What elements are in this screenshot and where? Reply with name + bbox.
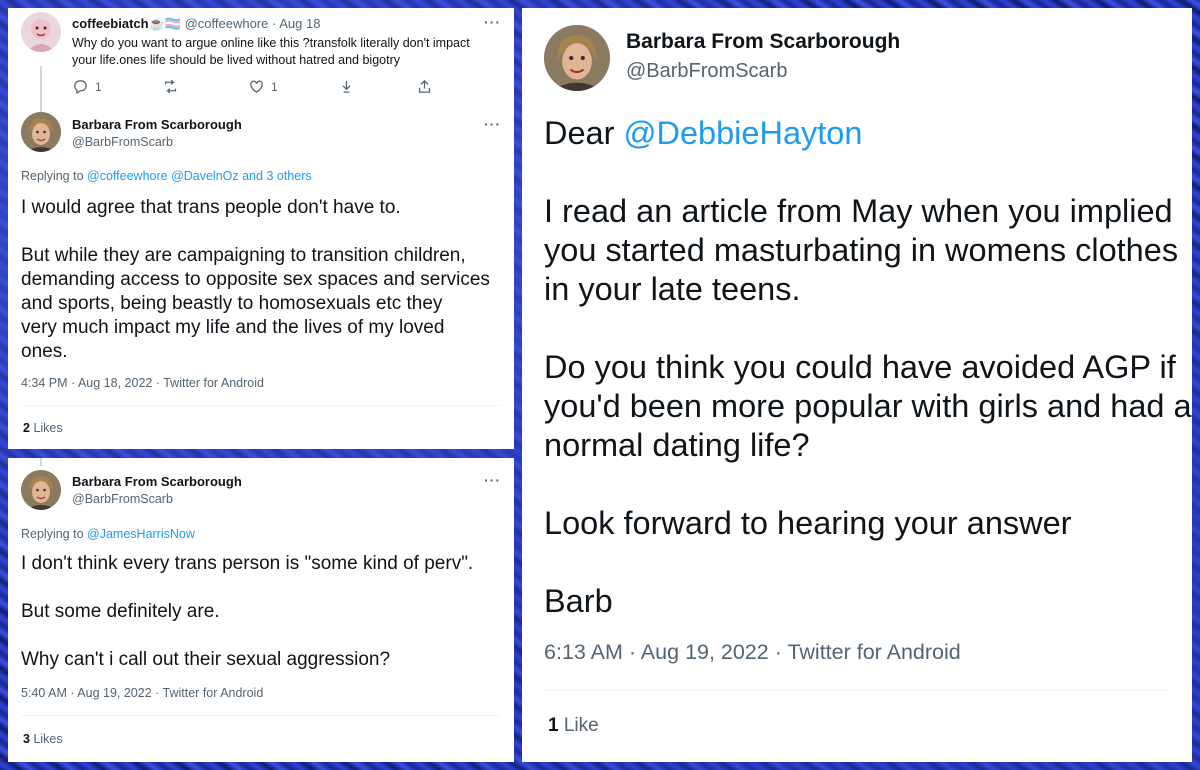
reply-button[interactable]: 1 (72, 78, 102, 95)
author-handle[interactable]: @BarbFromScarb (626, 60, 787, 83)
tweet-text-line: your life.ones life should be lived with… (72, 53, 400, 67)
like-button[interactable]: 1 (248, 78, 278, 95)
tweet-paragraph-line: normal dating life? (544, 427, 810, 463)
tweet-paragraph-line: and sports, being beastly to homosexuals… (21, 293, 443, 314)
avatar[interactable] (21, 12, 61, 52)
tweet-text-line: Why do you want to argue online like thi… (72, 36, 470, 50)
author-handle[interactable]: @BarbFromScarb (72, 492, 173, 506)
replying-to-label: Replying to (21, 169, 84, 183)
more-icon[interactable]: ··· (484, 14, 501, 30)
reply-count: 1 (95, 79, 102, 94)
share-button[interactable] (416, 78, 433, 95)
mention-link[interactable]: @DebbieHayton (623, 115, 862, 151)
reply-thread-panel: coffeebiatch☕🏳️‍⚧️ @coffeewhore · Aug 18… (8, 8, 514, 449)
divider (21, 405, 501, 406)
tweet-text: I would agree that trans people don't ha… (21, 196, 490, 364)
share-up-icon (418, 79, 431, 93)
tweet-panel-debbie: Barbara From Scarborough @BarbFromScarb … (522, 8, 1192, 762)
tweet-paragraph-line: But while they are campaigning to transi… (21, 245, 466, 266)
likes-count-link[interactable]: 2 Likes (23, 421, 63, 435)
replying-to-label: Replying to (21, 527, 84, 541)
tweet-paragraph-line: I read an article from May when you impl… (544, 193, 1173, 229)
tweet-paragraph-line: Do you think you could have avoided AGP … (544, 349, 1176, 385)
likes-count-link[interactable]: 3 Likes (23, 732, 63, 746)
avatar[interactable] (544, 25, 610, 91)
replying-to-links[interactable]: @coffeewhore @DavelnOz and 3 others (87, 169, 312, 183)
likes-count: 3 (23, 732, 30, 746)
likes-count-link[interactable]: 1 Like (548, 715, 599, 737)
avatar[interactable] (21, 112, 61, 152)
author-name[interactable]: Barbara From Scarborough (72, 117, 242, 132)
likes-label: Like (563, 715, 599, 736)
more-icon[interactable]: ··· (484, 116, 501, 132)
tweet-paragraph-line: ones. (21, 341, 68, 362)
tweet-paragraph: Look forward to hearing your answer (544, 505, 1072, 541)
like-icon (250, 80, 263, 93)
author-handle[interactable]: @BarbFromScarb (72, 135, 173, 149)
retweet-button[interactable] (162, 78, 179, 95)
tweet-paragraph: I don't think every trans person is "som… (21, 553, 474, 574)
tweet-paragraph: Barb (544, 583, 613, 619)
more-icon[interactable]: ··· (484, 472, 501, 488)
reply-icon (74, 80, 87, 95)
tweet-paragraph-line: you'd been more popular with girls and h… (544, 388, 1192, 424)
likes-count: 2 (23, 421, 30, 435)
thread-line (40, 458, 42, 466)
tweet-panel-perv: Barbara From Scarborough @BarbFromScarb … (8, 458, 514, 762)
tweet-paragraph-line: in your late teens. (544, 271, 801, 307)
tweet-paragraph: Why can't i call out their sexual aggres… (21, 649, 391, 670)
name-emoji: ☕🏳️‍⚧️ (148, 16, 181, 31)
thread-line (40, 66, 42, 112)
likes-label: Likes (33, 732, 63, 746)
share-down-icon (342, 80, 351, 93)
tweet-paragraph-line: you started masturbating in womens cloth… (544, 232, 1179, 268)
download-button[interactable] (338, 78, 355, 95)
divider (544, 690, 1170, 691)
tweet-paragraph: I would agree that trans people don't ha… (21, 197, 401, 218)
author-handle[interactable]: @coffeewhore (185, 16, 269, 31)
tweet-timestamp[interactable]: 4:34 PM · Aug 18, 2022 · Twitter for And… (21, 376, 264, 390)
greeting: Dear (544, 115, 615, 151)
tweet-paragraph: Dear @DebbieHayton (544, 114, 1192, 153)
likes-count: 1 (548, 715, 559, 736)
like-count: 1 (271, 79, 278, 94)
tweet-timestamp[interactable]: 6:13 AM · Aug 19, 2022 · Twitter for And… (544, 640, 961, 665)
retweet-icon (164, 79, 177, 94)
tweet-paragraph-line: demanding access to opposite sex spaces … (21, 269, 490, 290)
tweet-timestamp[interactable]: 5:40 AM · Aug 19, 2022 · Twitter for And… (21, 686, 263, 700)
tweet-paragraph: But some definitely are. (21, 601, 220, 622)
avatar[interactable] (21, 470, 61, 510)
tweet-text: Dear @DebbieHayton I read an article fro… (544, 114, 1192, 621)
author-name[interactable]: coffeebiatch (72, 16, 149, 31)
likes-label: Likes (33, 421, 63, 435)
divider (21, 715, 501, 716)
tweet-text: I don't think every trans person is "som… (21, 552, 473, 672)
tweet-date[interactable]: · Aug 18 (272, 16, 320, 31)
replying-to-links[interactable]: @JamesHarrisNow (87, 527, 195, 541)
author-name[interactable]: Barbara From Scarborough (72, 474, 242, 489)
author-name[interactable]: Barbara From Scarborough (626, 30, 900, 54)
tweet-paragraph-line: very much impact my life and the lives o… (21, 317, 445, 338)
